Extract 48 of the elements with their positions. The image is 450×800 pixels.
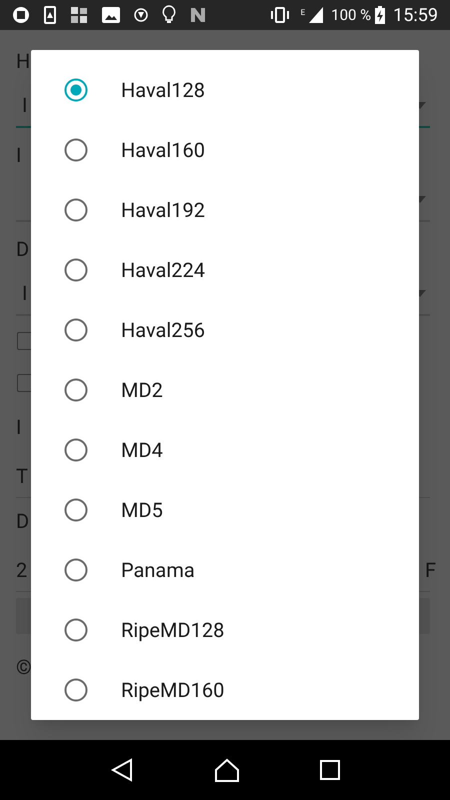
clock: 15:59	[393, 4, 438, 28]
radio-option[interactable]: Haval160	[31, 120, 419, 180]
radio-option[interactable]: Haval224	[31, 240, 419, 300]
field-label: D	[16, 236, 30, 263]
app-icon	[12, 6, 30, 24]
copyright-text: ©	[16, 654, 32, 681]
radio-option[interactable]: Haval256	[31, 300, 419, 360]
radio-button[interactable]	[64, 678, 88, 702]
dropdown-value: I	[22, 92, 28, 119]
signal-icon	[309, 7, 324, 23]
radio-option[interactable]: RipeMD160	[31, 660, 419, 720]
radio-button[interactable]	[64, 558, 88, 582]
field-label: I	[16, 414, 22, 441]
radio-option[interactable]: Haval192	[31, 180, 419, 240]
radio-option[interactable]: RipeMD128	[31, 600, 419, 660]
vibrate-icon	[268, 7, 291, 23]
radio-option[interactable]: MD2	[31, 360, 419, 420]
field-label: I	[16, 142, 22, 169]
field-value: 2	[16, 556, 28, 584]
field-label: D	[16, 508, 30, 535]
radio-button[interactable]	[64, 198, 88, 222]
radio-button[interactable]	[64, 318, 88, 342]
radio-button[interactable]	[64, 498, 88, 522]
home-icon[interactable]	[214, 758, 240, 782]
lightbulb-icon	[162, 5, 176, 25]
radio-option[interactable]: MD4	[31, 420, 419, 480]
radio-button[interactable]	[64, 618, 88, 642]
image-icon	[102, 7, 120, 23]
radio-option[interactable]: Haval128	[31, 60, 419, 120]
phone-icon	[44, 6, 56, 24]
field-value: F	[424, 556, 436, 584]
battery-percentage: 100 %	[331, 4, 372, 26]
field-value: T	[16, 462, 28, 490]
radio-button[interactable]	[64, 138, 88, 162]
n-logo-icon	[190, 7, 206, 23]
recents-icon[interactable]	[320, 760, 340, 780]
radio-button[interactable]	[64, 438, 88, 462]
back-icon[interactable]	[110, 758, 134, 782]
radio-option[interactable]: MD5	[31, 480, 419, 540]
radio-option[interactable]: Panama	[31, 540, 419, 600]
dropdown-value: I	[22, 280, 28, 307]
network-type: E	[300, 6, 306, 18]
radio-button[interactable]	[64, 258, 88, 282]
grid-icon	[70, 6, 88, 24]
radio-button[interactable]	[64, 78, 88, 102]
field-label: H	[16, 48, 30, 75]
battery-charging-icon	[375, 6, 386, 24]
radio-button[interactable]	[64, 378, 88, 402]
